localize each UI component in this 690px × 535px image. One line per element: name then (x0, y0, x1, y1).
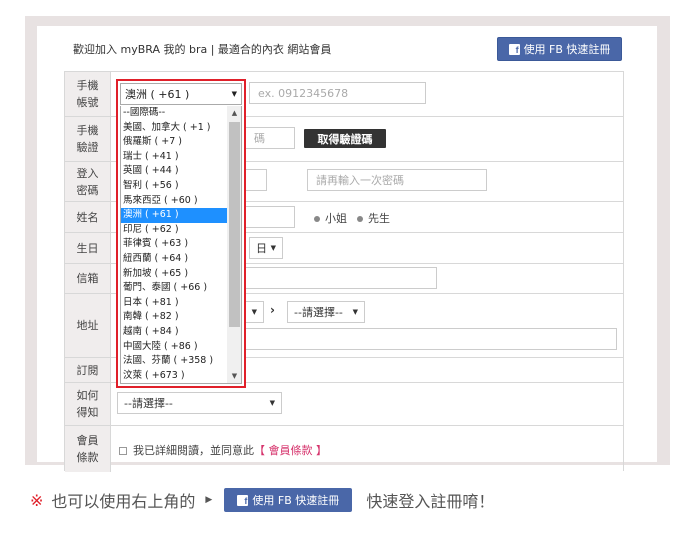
chevron-down-icon: ▼ (352, 308, 358, 316)
email-input[interactable] (245, 267, 437, 289)
fb-button-label: 使用 FB 快速註冊 (523, 43, 611, 56)
footer-fb-button[interactable]: f 使用 FB 快速註冊 (224, 488, 353, 512)
terms-link[interactable]: 【 會員條款 】 (254, 444, 327, 457)
country-code-option[interactable]: 南韓 ( +82 ) (121, 310, 227, 325)
country-code-option[interactable]: 汶萊 ( +673 ) (121, 369, 227, 383)
gender-female[interactable]: 小姐 (314, 210, 347, 226)
get-code-button[interactable]: 取得驗證碼 (304, 129, 386, 148)
country-code-option[interactable]: 葡門、泰國 ( +66 ) (121, 281, 227, 296)
chevron-down-icon: ▼ (270, 244, 276, 252)
terms-agree[interactable]: 我已詳細閱讀，並同意此【 會員條款 】 (119, 442, 327, 458)
address-input[interactable] (245, 328, 617, 350)
country-code-option[interactable]: 日本 ( +81 ) (121, 296, 227, 311)
country-code-option[interactable]: 中國大陸 ( +86 ) (121, 340, 227, 355)
row-source: 如何 得知 --請選擇-- ▼ (65, 383, 624, 426)
country-code-option[interactable]: 馬來西亞 ( +60 ) (121, 194, 227, 209)
country-code-option[interactable]: 印尼 ( +62 ) (121, 223, 227, 238)
country-code-option[interactable]: 智利 ( +56 ) (121, 179, 227, 194)
note-mark: ※ (30, 490, 44, 510)
chevron-down-icon: ▼ (231, 90, 237, 98)
country-code-option[interactable]: 美國、加拿大 ( +1 ) (121, 121, 227, 136)
country-code-options: --國際碼-- 美國、加拿大 ( +1 ) 俄羅斯 ( +7 ) 瑞士 ( +41 )… (120, 106, 227, 384)
scroll-down-icon[interactable]: ▼ (227, 369, 242, 383)
country-code-option[interactable]: 俄羅斯 ( +7 ) (121, 135, 227, 150)
country-code-option[interactable]: 瑞士 ( +41 ) (121, 150, 227, 165)
facebook-icon: f (237, 494, 249, 506)
scroll-up-icon[interactable]: ▲ (227, 106, 242, 120)
facebook-icon: f (508, 43, 520, 55)
country-code-option[interactable]: 紐西蘭 ( +64 ) (121, 252, 227, 267)
name-input[interactable] (245, 206, 295, 228)
password-input[interactable] (245, 169, 267, 191)
source-select[interactable]: --請選擇-- ▼ (117, 392, 282, 414)
label-terms: 會員 條款 (65, 426, 111, 472)
label-name: 姓名 (65, 202, 111, 232)
label-source: 如何 得知 (65, 383, 111, 425)
radio-male[interactable] (357, 216, 363, 222)
footer-text-before: 也可以使用右上角的 (51, 492, 196, 511)
terms-checkbox[interactable] (119, 447, 127, 455)
country-code-option[interactable]: --國際碼-- (121, 106, 227, 121)
label-phone: 手機 帳號 (65, 72, 111, 116)
address-city-select[interactable]: ▼ (245, 301, 264, 323)
footer-fb-label: 使用 FB 快速註冊 (252, 494, 340, 507)
chevron-down-icon: ▼ (269, 399, 275, 407)
scroll-thumb[interactable] (229, 122, 240, 327)
radio-female[interactable] (314, 216, 320, 222)
country-code-option[interactable]: 澳洲 ( +61 ) (121, 208, 227, 223)
dropdown-scrollbar[interactable]: ▲ ▼ (227, 106, 242, 384)
verify-code-input[interactable]: 碼 (245, 127, 295, 149)
fb-register-button[interactable]: f 使用 FB 快速註冊 (497, 37, 622, 61)
label-birthday: 生日 (65, 233, 111, 263)
welcome-text: 歡迎加入 myBRA 我的 bra | 最適合的內衣 網站會員 (73, 43, 332, 56)
country-code-option[interactable]: 法國、芬蘭 ( +358 ) (121, 354, 227, 369)
country-code-dropdown[interactable]: 澳洲 ( +61 ) ▼ --國際碼-- 美國、加拿大 ( +1 ) 俄羅斯 ( +7… (116, 79, 246, 388)
label-verify: 手機 驗證 (65, 117, 111, 161)
password-confirm-input[interactable]: 請再輸入一次密碼 (307, 169, 487, 191)
label-email: 信箱 (65, 264, 111, 293)
country-code-option[interactable]: 英國 ( +44 ) (121, 164, 227, 179)
footer-note: ※ 也可以使用右上角的 ▶ f 使用 FB 快速註冊 快速登入註冊唷！ (30, 488, 494, 512)
country-code-option[interactable]: 菲律賓 ( +63 ) (121, 237, 227, 252)
phone-input[interactable]: ex. 0912345678 (249, 82, 426, 104)
label-password: 登入 密碼 (65, 162, 111, 201)
label-address: 地址 (65, 294, 111, 357)
triangle-right-icon: ▶ (205, 495, 213, 505)
country-code-option[interactable]: 越南 ( +84 ) (121, 325, 227, 340)
gender-male[interactable]: 先生 (357, 210, 390, 226)
footer-text-after: 快速登入註冊唷！ (366, 492, 495, 511)
country-code-option[interactable]: 新加坡 ( +65 ) (121, 267, 227, 282)
birthday-day-select[interactable]: 日 ▼ (249, 237, 283, 259)
label-subscribe: 訂閱 (65, 358, 111, 382)
address-district-select[interactable]: --請選擇-- ▼ (287, 301, 365, 323)
country-code-select[interactable]: 澳洲 ( +61 ) ▼ (120, 83, 242, 105)
chevron-down-icon: ▼ (251, 308, 257, 316)
row-terms: 會員 條款 我已詳細閱讀，並同意此【 會員條款 】 (65, 426, 624, 472)
chevron-right-icon: › (270, 303, 275, 317)
